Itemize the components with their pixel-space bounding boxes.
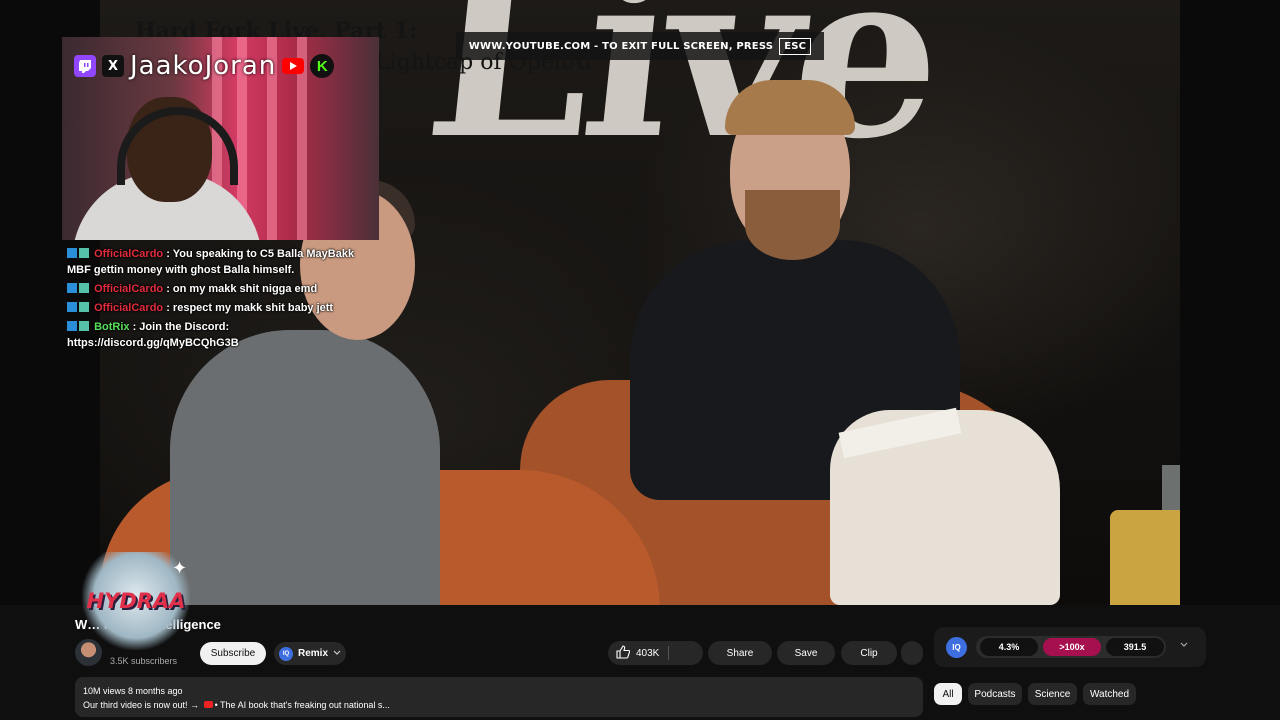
views-and-date: 10M views 8 months ago [83,686,183,696]
chat-username: OfficialCardo [94,302,164,314]
share-button[interactable]: Share [708,641,772,665]
chip-watched[interactable]: Watched [1083,683,1136,705]
chat-username: OfficialCardo [94,283,164,295]
iq-stat-multiplier: >100x [1043,638,1101,656]
esc-key: ESC [779,37,812,55]
chat-text: : respect my makk shit baby jett [166,302,334,314]
guest-right-hair [725,80,855,135]
x-icon: X [102,55,124,77]
like-button[interactable]: 403K [608,641,703,665]
subscribe-button[interactable]: Subscribe [200,642,266,665]
description-box[interactable]: 10M views 8 months ago Our third video i… [75,677,923,717]
iq-stat-percent: 4.3% [980,638,1038,656]
remix-button[interactable]: IQ Remix [274,642,346,665]
thumbs-up-icon [616,644,631,662]
kick-icon: K [310,54,335,78]
chip-podcasts[interactable]: Podcasts [968,683,1022,705]
youtube-icon [282,58,305,74]
description-intro: Our third video is now out! → [83,700,202,710]
side-table [1110,510,1180,605]
guest-right-beard [745,190,840,260]
chat-username: BotRix [94,321,130,333]
chat-message: OfficialCardo : respect my makk shit bab… [67,300,357,316]
sparkle-icon: ✦ [172,558,188,578]
chat-message: OfficialCardo : You speaking to C5 Balla… [67,246,357,278]
like-dislike-divider [668,646,669,660]
subscriber-badge-icon [79,283,89,293]
subscriber-badge-icon [79,302,89,312]
hydraa-logo-text: HYDRAA [86,589,186,613]
chat-text: : Join the Discord: https://discord.gg/q… [67,321,239,349]
chat-badge-icon [67,248,77,258]
clip-button[interactable]: Clip [841,641,897,665]
chat-message: BotRix : Join the Discord: https://disco… [67,319,357,351]
chip-all[interactable]: All [934,683,962,705]
more-actions-button[interactable] [901,641,923,665]
streamer-name: JaakoJoran [130,51,277,81]
subscriber-badge-icon [79,248,89,258]
chat-badge-icon [67,283,77,293]
chat-badge-icon [67,321,77,331]
fullscreen-notice-text: WWW.YOUTUBE.COM - TO EXIT FULL SCREEN, P… [468,40,774,52]
iq-logo-icon[interactable]: IQ [946,637,967,658]
stream-chat: OfficialCardo : You speaking to C5 Balla… [67,246,357,354]
fullscreen-notice: WWW.YOUTUBE.COM - TO EXIT FULL SCREEN, P… [456,32,824,60]
guest-left [170,330,440,605]
share-label: Share [726,647,754,659]
twitch-icon [74,55,96,77]
description-link[interactable]: • The AI book that's freaking out nation… [215,700,390,710]
chevron-down-icon [333,648,341,659]
clip-label: Clip [860,647,878,659]
chat-badge-icon [67,302,77,312]
description-text: Our third video is now out! → • The AI b… [83,698,915,712]
chat-username: OfficialCardo [94,248,164,260]
water-glass [1162,465,1180,510]
iq-icon: IQ [279,646,293,661]
chip-science[interactable]: Science [1028,683,1077,705]
save-button[interactable]: Save [777,641,835,665]
subscriber-count: 3.5K subscribers [110,656,178,666]
chevron-down-icon[interactable] [1180,640,1188,651]
stage-backdrop-text: Live [415,0,950,190]
youtube-icon [203,701,213,708]
save-label: Save [794,647,818,659]
streamer-socials: X JaakoJoran K [74,50,335,82]
iq-stat-score: 391.5 [1106,638,1164,656]
chat-text: : on my makk shit nigga emd [166,283,318,295]
like-count: 403K [636,647,660,659]
remix-label: Remix [298,648,329,659]
bot-badge-icon [79,321,89,331]
chat-message: OfficialCardo : on my makk shit nigga em… [67,281,357,297]
